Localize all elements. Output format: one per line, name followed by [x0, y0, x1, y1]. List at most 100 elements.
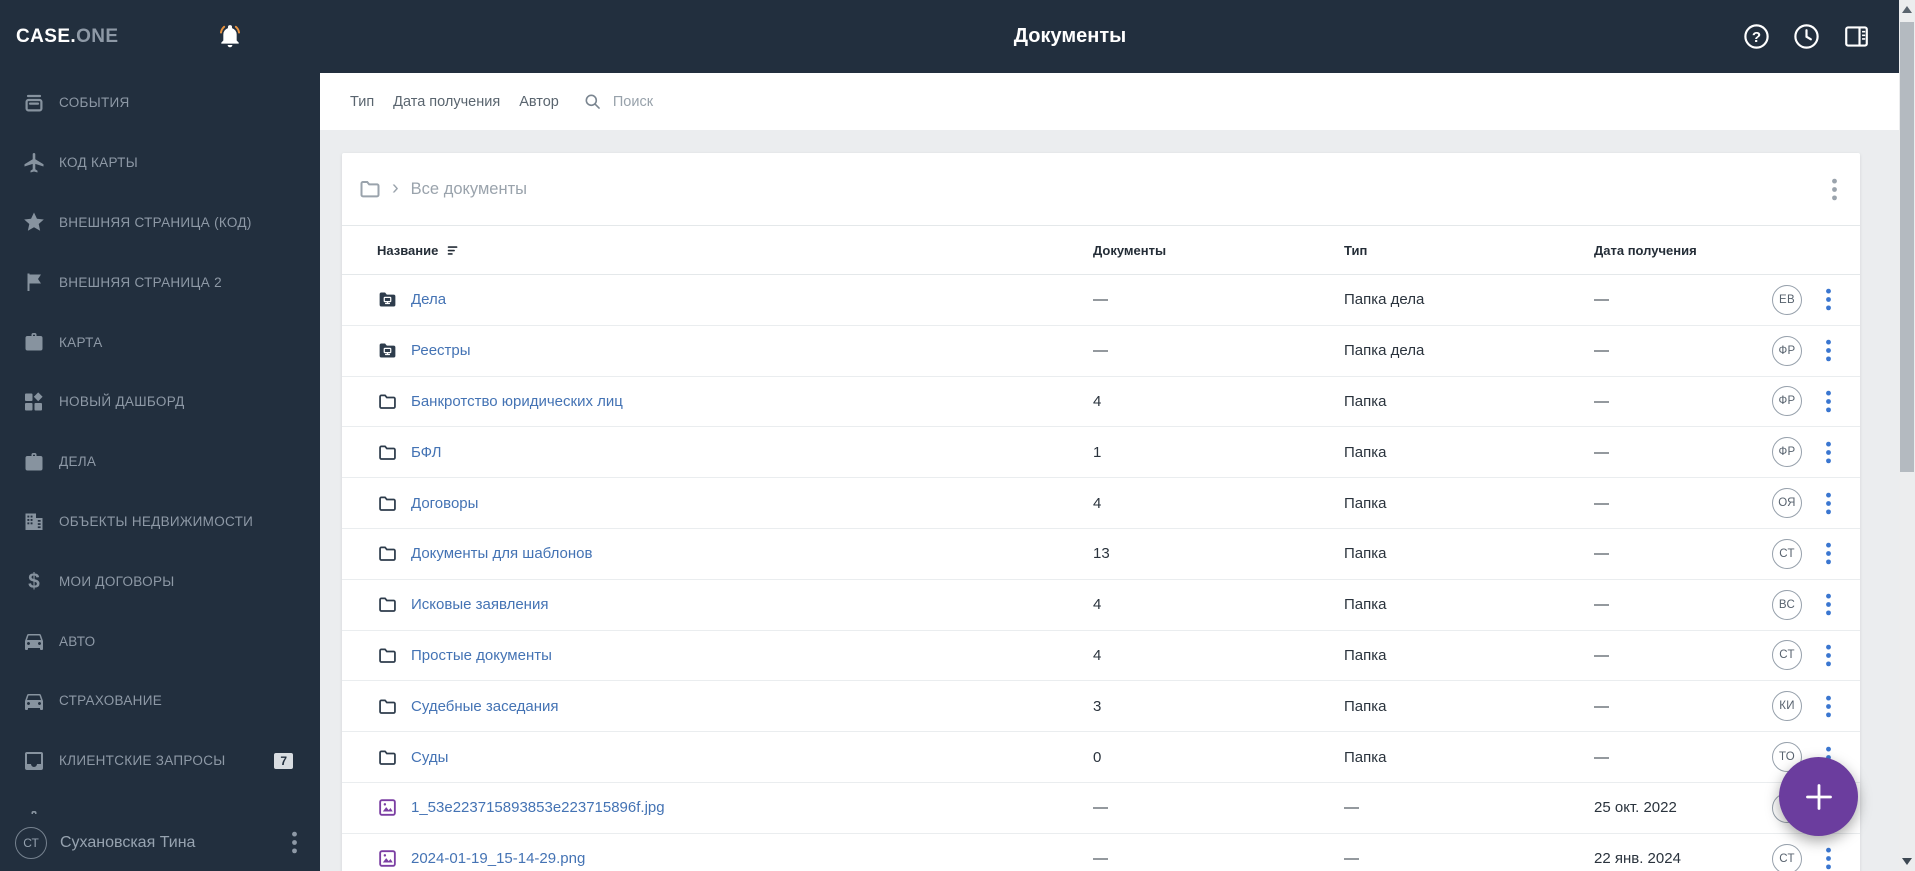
column-date[interactable]: Дата получения	[1594, 243, 1772, 258]
date-received: —	[1594, 291, 1609, 309]
logo-secondary: ONE	[76, 25, 119, 47]
author-avatar: ФР	[1772, 335, 1802, 366]
document-type: Папка дела	[1344, 342, 1425, 360]
sidebar-item-карта[interactable]: КАРТА	[0, 312, 320, 372]
app-logo[interactable]: CASE. ONE	[16, 0, 118, 73]
sidebar: СОБЫТИЯ КОД КАРТЫ ВНЕШНЯЯ СТРАНИЦА (КОД)…	[0, 73, 320, 871]
sidebar-item-внешняя-страница-код-[interactable]: ВНЕШНЯЯ СТРАНИЦА (КОД)	[0, 193, 320, 253]
sidebar-item-события[interactable]: СОБЫТИЯ	[0, 73, 320, 133]
sidebar-item-label: НОВЫЙ ДАШБОРД	[59, 394, 185, 410]
document-type: Папка	[1344, 443, 1387, 461]
documents-count: 3	[1093, 697, 1102, 715]
row-menu-dots-icon[interactable]	[1825, 390, 1832, 413]
user-menu-dots-icon[interactable]	[291, 831, 298, 854]
search-input[interactable]	[610, 92, 765, 111]
sort-icon[interactable]	[446, 243, 461, 258]
document-link[interactable]: Исковые заявления	[411, 596, 548, 613]
image-file-icon	[377, 848, 398, 869]
date-received: —	[1594, 697, 1609, 715]
document-link[interactable]: 2024-01-19_15-14-29.png	[411, 850, 585, 867]
sidebar-item-дела[interactable]: ДЕЛА	[0, 432, 320, 492]
sidebar-item-клиентские-запросы[interactable]: КЛИЕНТСКИЕ ЗАПРОСЫ 7	[0, 731, 320, 791]
search-icon[interactable]	[583, 92, 602, 111]
document-link[interactable]: Суды	[411, 749, 448, 766]
folder-icon	[377, 543, 398, 564]
document-type: —	[1344, 850, 1359, 868]
sidebar-item-код-карты[interactable]: КОД КАРТЫ	[0, 133, 320, 193]
document-type: Папка	[1344, 646, 1387, 664]
logo-primary: CASE.	[16, 25, 77, 47]
document-type: Папка	[1344, 596, 1387, 614]
document-type: —	[1344, 799, 1359, 817]
row-menu-dots-icon[interactable]	[1825, 847, 1832, 870]
documents-count: 0	[1093, 748, 1102, 766]
filter-type[interactable]: Тип	[350, 94, 374, 110]
sidebar-item-авто[interactable]: АВТО	[0, 611, 320, 671]
row-menu-dots-icon[interactable]	[1825, 441, 1832, 464]
documents-count: —	[1093, 799, 1108, 817]
document-link[interactable]: Договоры	[411, 495, 478, 512]
row-menu-dots-icon[interactable]	[1825, 288, 1832, 311]
briefcase-icon	[22, 330, 46, 354]
scrollbar-thumb[interactable]	[1900, 22, 1914, 472]
page-scrollbar[interactable]	[1899, 0, 1915, 871]
main-content: Тип Дата получения Автор › Все документы…	[320, 73, 1899, 871]
filter-author[interactable]: Автор	[519, 94, 559, 110]
row-menu-dots-icon[interactable]	[1825, 492, 1832, 515]
briefcase-icon	[22, 450, 46, 474]
date-received: 22 янв. 2024	[1594, 850, 1681, 868]
scroll-up-arrow-icon[interactable]	[1902, 6, 1912, 13]
folder-icon	[377, 747, 398, 768]
user-avatar[interactable]: СТ	[15, 826, 47, 859]
author-avatar: ВС	[1772, 589, 1802, 620]
document-link[interactable]: Простые документы	[411, 647, 552, 664]
count-badge: 7	[274, 752, 293, 769]
documents-count: —	[1093, 850, 1108, 868]
table-row: Дела — Папка дела — ЕВ	[342, 275, 1860, 326]
case-folder-icon	[377, 340, 398, 361]
author-avatar: ФР	[1772, 386, 1802, 417]
sidebar-item-внешняя-страница-2[interactable]: ВНЕШНЯЯ СТРАНИЦА 2	[0, 252, 320, 312]
table-row: Суды 0 Папка — ТО	[342, 732, 1860, 783]
sidebar-item-мои-договоры[interactable]: МОИ ДОГОВОРЫ	[0, 551, 320, 611]
row-menu-dots-icon[interactable]	[1825, 644, 1832, 667]
folder-menu-dots-icon[interactable]	[1831, 178, 1838, 201]
column-documents[interactable]: Документы	[1093, 243, 1344, 258]
sidebar-item-новый-дашборд[interactable]: НОВЫЙ ДАШБОРД	[0, 372, 320, 432]
events-icon	[22, 91, 46, 115]
documents-count: 4	[1093, 494, 1102, 512]
root-folder-icon[interactable]	[358, 177, 382, 201]
document-type: Папка	[1344, 748, 1387, 766]
table-row: Банкротство юридических лиц 4 Папка — ФР	[342, 377, 1860, 428]
table-row: Документы для шаблонов 13 Папка — СТ	[342, 529, 1860, 580]
document-link[interactable]: Реестры	[411, 342, 471, 359]
document-link[interactable]: Судебные заседания	[411, 698, 559, 715]
table-header: Название Документы Тип Дата получения	[342, 225, 1860, 275]
document-link[interactable]: БФЛ	[411, 444, 441, 461]
row-menu-dots-icon[interactable]	[1825, 542, 1832, 565]
notifications-bell-icon[interactable]	[216, 21, 244, 51]
row-menu-dots-icon[interactable]	[1825, 339, 1832, 362]
folder-icon	[377, 391, 398, 412]
sidebar-item-страхование[interactable]: СТРАХОВАНИЕ	[0, 671, 320, 731]
table-row: Судебные заседания 3 Папка — КИ	[342, 681, 1860, 733]
column-type[interactable]: Тип	[1344, 243, 1594, 258]
column-name[interactable]: Название	[377, 243, 438, 258]
folder-icon	[377, 696, 398, 717]
document-link[interactable]: Банкротство юридических лиц	[411, 393, 623, 410]
help-icon[interactable]	[1742, 22, 1771, 51]
side-panel-icon[interactable]	[1842, 22, 1871, 51]
sidebar-item-объекты-недвижимости[interactable]: ОБЪЕКТЫ НЕДВИЖИМОСТИ	[0, 492, 320, 552]
sidebar-nav: СОБЫТИЯ КОД КАРТЫ ВНЕШНЯЯ СТРАНИЦА (КОД)…	[0, 73, 320, 850]
document-link[interactable]: Дела	[411, 291, 446, 308]
filter-date-received[interactable]: Дата получения	[393, 94, 500, 110]
document-type: Папка	[1344, 494, 1387, 512]
sidebar-item-label: АВТО	[59, 633, 96, 649]
row-menu-dots-icon[interactable]	[1825, 695, 1832, 718]
history-clock-icon[interactable]	[1792, 22, 1821, 51]
scroll-down-arrow-icon[interactable]	[1902, 858, 1912, 865]
row-menu-dots-icon[interactable]	[1825, 593, 1832, 616]
document-link[interactable]: 1_53e223715893853e223715896f.jpg	[411, 799, 665, 816]
add-document-fab[interactable]	[1779, 757, 1858, 836]
document-link[interactable]: Документы для шаблонов	[411, 545, 592, 562]
